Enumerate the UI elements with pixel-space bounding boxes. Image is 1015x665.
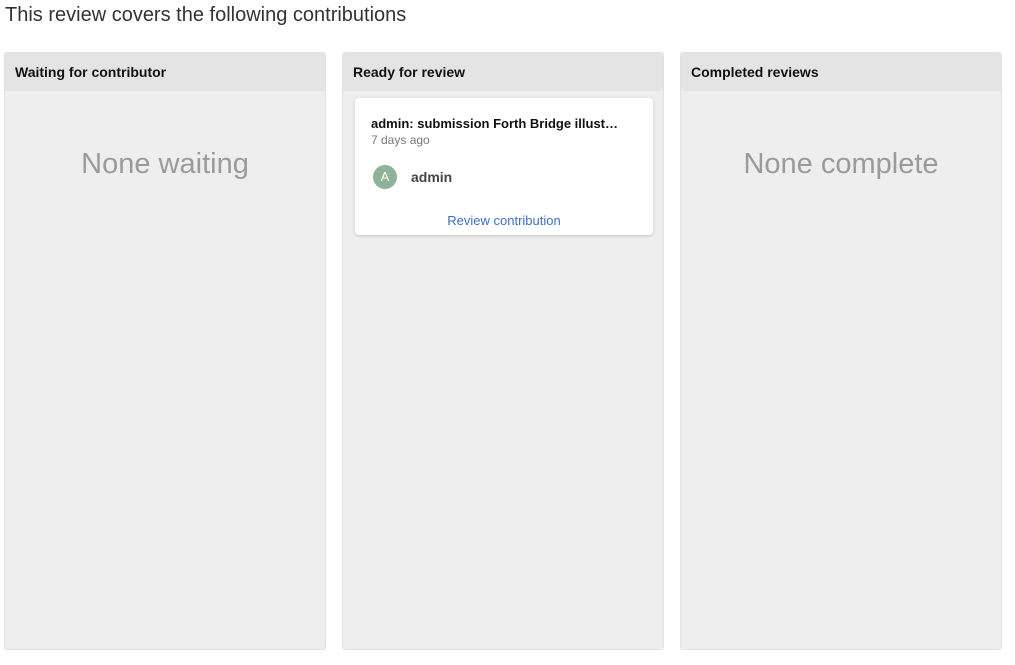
contribution-card[interactable]: admin: submission Forth Bridge illust… 7… bbox=[355, 98, 653, 235]
column-header: Waiting for contributor bbox=[5, 53, 325, 91]
column-header: Ready for review bbox=[343, 53, 663, 91]
contributor-name: admin bbox=[411, 169, 453, 185]
column-waiting-for-contributor: Waiting for contributor None waiting bbox=[4, 52, 326, 650]
review-page: This review covers the following contrib… bbox=[0, 0, 1015, 665]
contribution-title: admin: submission Forth Bridge illust… bbox=[371, 116, 619, 131]
review-contribution-link[interactable]: Review contribution bbox=[355, 213, 653, 228]
empty-message: None complete bbox=[743, 148, 939, 180]
column-ready-for-review: Ready for review admin: submission Forth… bbox=[342, 52, 664, 650]
avatar: A bbox=[373, 165, 397, 189]
page-heading: This review covers the following contrib… bbox=[5, 4, 407, 26]
empty-message: None waiting bbox=[81, 148, 249, 180]
contribution-timestamp: 7 days ago bbox=[371, 133, 430, 147]
column-completed-reviews: Completed reviews None complete bbox=[680, 52, 1002, 650]
contribution-board: Waiting for contributor None waiting Rea… bbox=[4, 52, 1002, 650]
column-header: Completed reviews bbox=[681, 53, 1001, 91]
